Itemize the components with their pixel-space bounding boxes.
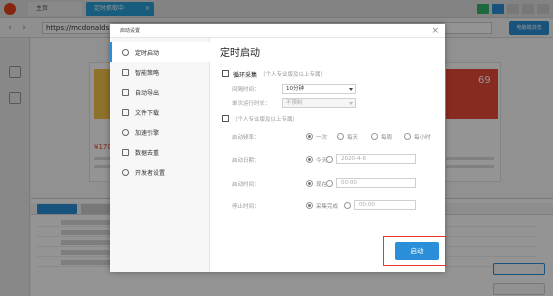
start-button[interactable]: 启动 <box>395 242 439 260</box>
freq-daily-radio[interactable] <box>337 133 344 140</box>
stop-complete-radio[interactable] <box>306 202 313 209</box>
nav-item-label: 开发者设置 <box>135 169 166 177</box>
stop-time-input[interactable]: 00:00 <box>354 200 416 210</box>
schedule-checkbox[interactable] <box>222 115 229 122</box>
date-input[interactable]: 2020-4-6 <box>336 154 416 164</box>
loop-collect-note: （个人专业版及以上专属） <box>260 72 327 78</box>
settings-nav: 定时启动 智能策略 自动导出 文件下载 加速引擎 数据去重 开发者设置 <box>110 38 210 272</box>
export-icon <box>122 88 129 96</box>
freq-weekly-radio[interactable] <box>371 133 378 140</box>
loop-collect-label: 循环采集 <box>233 72 258 79</box>
chevron-down-icon <box>349 88 353 91</box>
time-label: 启动时间： <box>232 182 260 188</box>
date-label: 启动日期： <box>232 158 260 164</box>
freq-once-radio[interactable] <box>306 133 313 140</box>
freq-hourly-label: 每小时 <box>414 135 431 141</box>
dev-icon <box>122 168 129 176</box>
freq-hourly-radio[interactable] <box>404 133 411 140</box>
dedupe-icon <box>122 148 129 156</box>
nav-item-label: 数据去重 <box>135 149 160 157</box>
loop-collect-checkbox[interactable] <box>222 70 229 77</box>
interval-label: 间隔时间： <box>232 87 260 93</box>
interval-select[interactable]: 10分钟 <box>282 84 356 94</box>
stop-custom-radio[interactable] <box>344 202 351 209</box>
runtime-value: 不限制 <box>286 100 303 106</box>
nav-item-label: 自动导出 <box>135 89 160 97</box>
nav-item-smart-strategy[interactable]: 智能策略 <box>110 62 210 82</box>
nav-item-dedupe[interactable]: 数据去重 <box>110 142 210 162</box>
stop-label: 停止时间： <box>232 204 260 210</box>
freq-weekly-label: 每周 <box>381 135 393 141</box>
time-input[interactable]: 00:00 <box>336 178 416 188</box>
time-now-radio[interactable] <box>306 180 313 187</box>
rocket-icon <box>122 128 129 136</box>
schedule-note: （个人专业版及以上专属） <box>232 117 299 123</box>
section-title: 定时启动 <box>220 48 260 59</box>
close-icon[interactable]: × <box>431 25 439 37</box>
stop-complete-label: 采集完成 <box>316 204 339 210</box>
date-custom-radio[interactable] <box>326 156 333 163</box>
date-today-radio[interactable] <box>306 156 313 163</box>
freq-daily-label: 每天 <box>347 135 359 141</box>
freq-once-label: 一次 <box>316 135 328 141</box>
nav-item-label: 加速引擎 <box>135 129 160 137</box>
time-custom-radio[interactable] <box>326 180 333 187</box>
interval-value: 10分钟 <box>286 86 304 92</box>
chevron-down-icon <box>349 102 353 105</box>
dialog-title: 启动设置 <box>120 28 141 34</box>
nav-item-label: 智能策略 <box>135 69 160 77</box>
nav-item-developer[interactable]: 开发者设置 <box>110 162 210 182</box>
dialog-titlebar: 启动设置 × <box>110 24 445 38</box>
freq-label: 启动频率： <box>232 135 260 141</box>
runtime-label: 单次运行时长： <box>232 101 271 107</box>
nav-item-auto-export[interactable]: 自动导出 <box>110 82 210 102</box>
runtime-select[interactable]: 不限制 <box>282 98 356 108</box>
nav-item-label: 文件下载 <box>135 109 160 117</box>
download-icon <box>122 108 129 116</box>
strategy-icon <box>122 68 129 76</box>
nav-item-label: 定时启动 <box>135 49 160 57</box>
launch-settings-dialog: 启动设置 × 定时启动 智能策略 自动导出 文件下载 加速引擎 数据去重 开发者… <box>110 24 446 272</box>
clock-icon <box>122 48 129 56</box>
nav-item-acceleration[interactable]: 加速引擎 <box>110 122 210 142</box>
nav-item-file-download[interactable]: 文件下载 <box>110 102 210 122</box>
nav-item-scheduled-start[interactable]: 定时启动 <box>110 42 210 62</box>
